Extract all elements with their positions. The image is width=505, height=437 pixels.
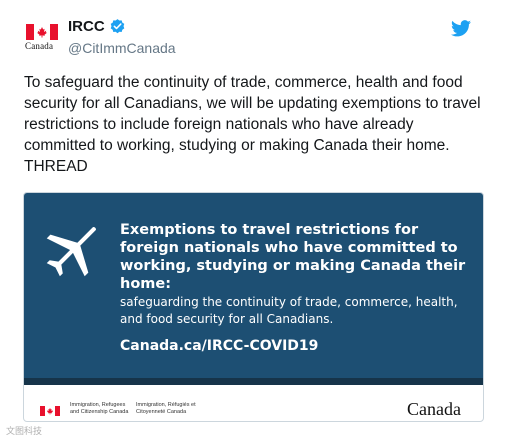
tweet: Canada IRCC @CitImmCanada To safeguard t… <box>0 0 505 437</box>
card-image: Exemptions to travel restrictions for fo… <box>24 193 483 385</box>
tweet-text: To safeguard the continuity of trade, co… <box>24 74 481 175</box>
watermark: 文图科技 <box>6 426 43 436</box>
card-url[interactable]: Canada.ca/IRCC-COVID19 <box>120 338 318 354</box>
verified-badge-icon <box>110 19 124 34</box>
canada-flag-icon <box>26 24 58 40</box>
avatar-wordmark: Canada <box>25 41 54 51</box>
name-row: IRCC <box>68 18 126 35</box>
twitter-bird-icon[interactable] <box>451 20 471 37</box>
media-card[interactable]: Exemptions to travel restrictions for fo… <box>23 192 484 422</box>
airplane-icon <box>46 227 96 277</box>
canada-flag-icon <box>40 406 60 416</box>
avatar[interactable]: Canada <box>24 18 60 54</box>
card-headline: Exemptions to travel restrictions for fo… <box>120 222 466 292</box>
handle[interactable]: @CitImmCanada <box>68 40 176 56</box>
canada-wordmark: Canada <box>407 399 461 419</box>
department-name-fr: Immigration, Réfugiés et Citoyenneté Can… <box>136 402 196 415</box>
card-bottom-bar <box>24 378 483 385</box>
display-name[interactable]: IRCC <box>68 18 105 35</box>
card-subtext: safeguarding the continuity of trade, co… <box>120 295 458 326</box>
department-name-en: Immigration, Refugees and Citizenship Ca… <box>70 402 129 415</box>
